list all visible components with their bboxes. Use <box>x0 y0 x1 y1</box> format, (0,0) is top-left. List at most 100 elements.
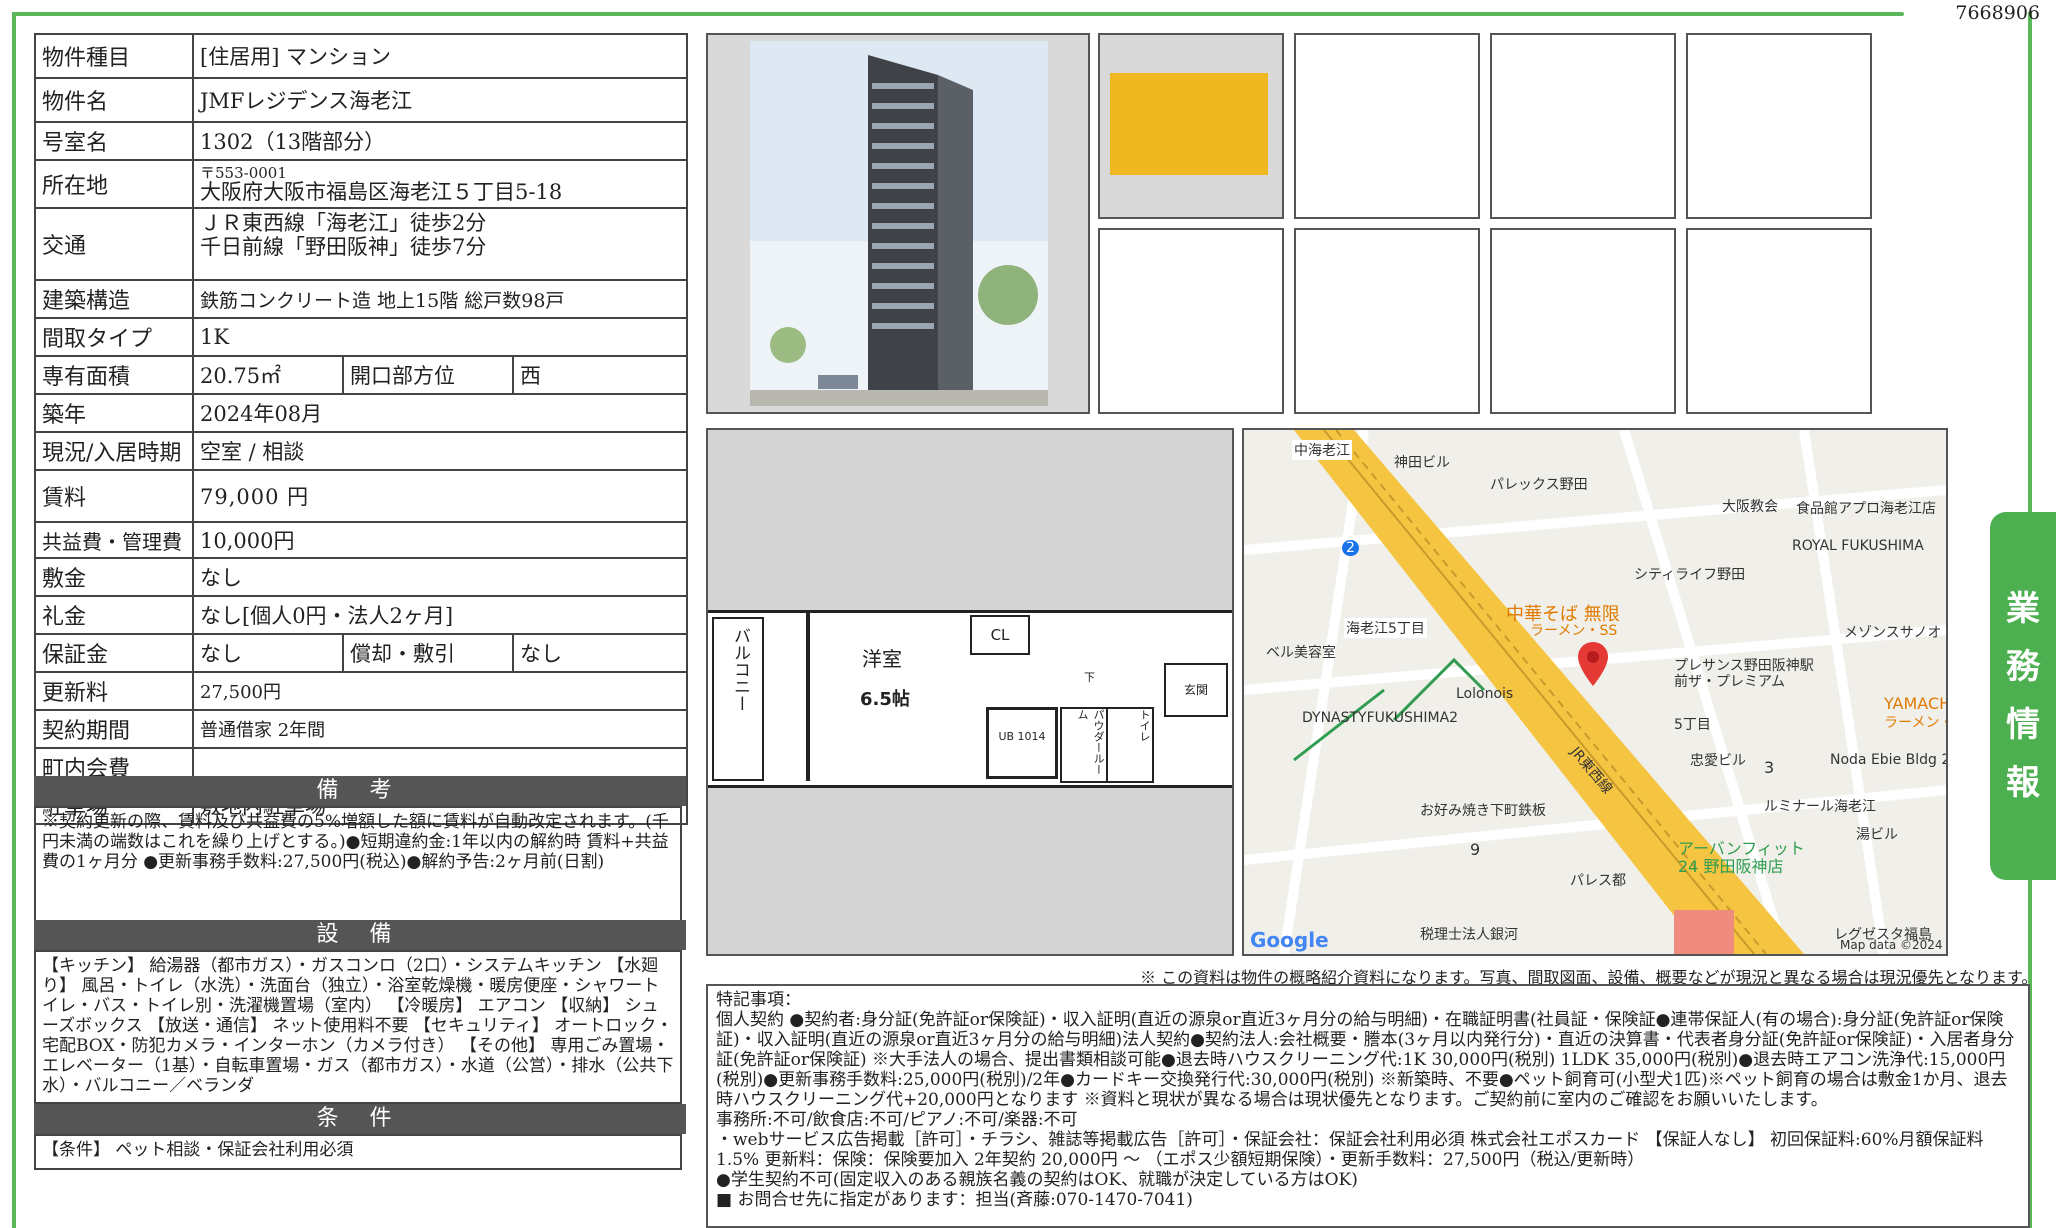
balcony-area: バルコニー <box>712 617 764 781</box>
room-label: 洋室 <box>862 647 902 671</box>
label-name: 物件名 <box>34 77 194 123</box>
value-contract: 普通借家 2年間 <box>191 709 689 749</box>
map-label: 3 <box>1764 758 1775 777</box>
value-renewal: 27,500円 <box>191 671 689 711</box>
side-tab-char: 報 <box>2006 763 2040 803</box>
property-location-pin-icon[interactable] <box>1578 642 1608 686</box>
photo-slot-7[interactable] <box>1490 228 1676 414</box>
traffic-line-1: ＪＲ東西線「海老江」徒歩2分 <box>200 211 487 235</box>
label-room: 号室名 <box>34 121 194 161</box>
unit-bath: UB 1014 <box>986 707 1058 779</box>
side-tab-char: 務 <box>2006 647 2040 687</box>
frame-right <box>2028 12 2032 512</box>
value-status: 空室 / 相談 <box>191 431 689 471</box>
entrance: 玄関 <box>1164 663 1228 717</box>
value-structure: 鉄筋コンクリート造 地上15階 総戸数98戸 <box>191 279 689 319</box>
value-deposit: なし <box>191 557 689 597</box>
western-room: 洋室 6.5帖 <box>806 613 990 781</box>
map-label: 神田ビル <box>1394 455 1450 471</box>
building-image <box>750 41 1048 406</box>
map-label: 大阪教会 <box>1722 499 1778 515</box>
frame-left <box>12 12 16 1228</box>
label-amortization: 償却・敷引 <box>342 633 514 673</box>
value-address: 大阪府大阪市福島区海老江５丁目5-18 <box>200 180 563 204</box>
label-key-money: 礼金 <box>34 595 194 635</box>
map-label: ラーメン・ <box>1884 715 1948 731</box>
value-key-money: なし[個人0円・法人2ヶ月] <box>191 595 689 635</box>
label-rent: 賃料 <box>34 469 194 523</box>
value-built: 2024年08月 <box>191 393 689 433</box>
label-structure: 建築構造 <box>34 279 194 319</box>
frame-top <box>12 12 1904 16</box>
map-label: 9 <box>1470 840 1481 859</box>
thumbnail-collage <box>1110 73 1268 175</box>
label-traffic: 交通 <box>34 207 194 281</box>
map-label: パレックス野田 <box>1490 477 1588 493</box>
value-guarantee: なし <box>192 633 344 673</box>
map-label: ルミナール海老江 <box>1764 799 1876 815</box>
postal-code: 〒553-0001 <box>200 164 287 182</box>
map-label: パレス都 <box>1570 873 1626 889</box>
map-label: 海老江5丁目 <box>1344 618 1427 638</box>
facilities-text: 【キッチン】 給湯器（都市ガス）・ガスコンロ（2口）・システムキッチン 【水廻り… <box>34 950 682 1104</box>
map-provider-logo: Google <box>1250 928 1329 952</box>
floor-plan-drawing: バルコニー 洋室 6.5帖 CL UB 1014 パウダールーム トイレ 下 玄… <box>708 610 1232 788</box>
map-label: 湯ビル <box>1856 827 1898 843</box>
label-status: 現況/入居時期 <box>34 431 194 471</box>
special-notes-line: 事務所:不可/飲食店:不可/ピアノ:不可/楽器:不可 <box>716 1110 1078 1130</box>
map-label: YAMACHAN <box>1884 694 1946 713</box>
special-notes: 特記事項： 個人契約 ●契約者:身分証(免許証or保険証)・収入証明(直近の源泉… <box>706 984 2030 1228</box>
label-type: 物件種目 <box>34 33 194 79</box>
property-spec-table: 物件種目 [住居用] マンション 物件名 JMFレジデンス海老江 号室名 1302（1… <box>34 33 689 825</box>
traffic-line-2: 千日前線「野田阪神」徒歩7分 <box>200 235 487 259</box>
label-renewal: 更新料 <box>34 671 194 711</box>
map-label: プレサンス野田阪神駅前ザ・プレミアム <box>1674 658 1814 690</box>
map-label: メゾンスサノオ <box>1844 625 1942 641</box>
value-rent: 79,000 円 <box>191 469 689 523</box>
photo-slot-3[interactable] <box>1490 33 1676 219</box>
document-number: 7668906 <box>1955 2 2040 24</box>
label-address: 所在地 <box>34 159 194 209</box>
photo-slot-8[interactable] <box>1686 228 1872 414</box>
side-tab-char: 情 <box>2006 705 2040 745</box>
side-tab-char: 業 <box>2006 589 2040 629</box>
map-label: 税理士法人銀河 <box>1420 927 1518 943</box>
location-map[interactable]: 中海老江 神田ビル パレックス野田 大阪教会 食品館アプロ海老江店 ROYAL … <box>1242 428 1948 956</box>
label-fee: 共益費・管理費 <box>34 521 194 559</box>
floor-plan[interactable]: バルコニー 洋室 6.5帖 CL UB 1014 パウダールーム トイレ 下 玄… <box>706 428 1234 956</box>
value-layout: 1K <box>191 317 689 357</box>
room-size: 6.5帖 <box>860 689 910 710</box>
main-building-photo[interactable] <box>706 33 1090 414</box>
label-deposit: 敷金 <box>34 557 194 597</box>
special-notes-line: ・webサービス広告掲載［許可］・チラシ、雑誌等掲載広告［許可］・保証会社：保証… <box>716 1130 1984 1170</box>
value-area: 20.75㎡ <box>192 355 344 395</box>
conditions-text: 【条件】 ペット相談・保証会社利用必須 <box>34 1134 682 1170</box>
label-area: 専有面積 <box>34 355 194 395</box>
contact-note: ■ お問合せ先に指定があります：担当(斉藤:070-1470-7041) <box>716 1190 1193 1210</box>
map-label: シティライフ野田 <box>1634 567 1746 583</box>
photo-slot-2[interactable] <box>1294 33 1480 219</box>
side-tab-business-info[interactable]: 業 務 情 報 <box>1990 512 2056 880</box>
map-label: ラーメン・SS <box>1530 623 1618 639</box>
special-notes-line: ●学生契約不可(固定収入のある親族名義の契約はOK、就職が決定している方はOK) <box>716 1170 1358 1190</box>
photo-thumbnail-1[interactable] <box>1098 33 1284 219</box>
shoebox-label: 下 <box>1084 671 1095 684</box>
photo-slot-4[interactable] <box>1686 33 1872 219</box>
special-notes-line: 個人契約 ●契約者:身分証(免許証or保険証)・収入証明(直近の源泉or直近3ヶ… <box>716 1010 2015 1110</box>
value-direction: 西 <box>511 355 689 395</box>
value-fee: 10,000円 <box>191 521 689 559</box>
label-guarantee: 保証金 <box>34 633 194 673</box>
photo-slot-5[interactable] <box>1098 228 1284 414</box>
map-label: DYNASTYFUKUSHIMA2 <box>1302 710 1459 726</box>
facilities-header: 設 備 <box>34 920 686 950</box>
value-amortization: なし <box>511 633 689 673</box>
value-name: JMFレジデンス海老江 <box>191 77 689 123</box>
balcony-label: バルコニー <box>730 627 750 712</box>
map-label: ベル美容室 <box>1266 645 1336 661</box>
label-built: 築年 <box>34 393 194 433</box>
value-type: [住居用] マンション <box>191 33 689 79</box>
map-label: 5丁目 <box>1674 717 1711 733</box>
remarks-text: ※契約更新の際、賃料及び共益費の5%増額した額に賃料が自動改定されます。(千円未… <box>34 806 682 922</box>
map-attribution: Map data ©2024 <box>1840 938 1943 952</box>
photo-slot-6[interactable] <box>1294 228 1480 414</box>
